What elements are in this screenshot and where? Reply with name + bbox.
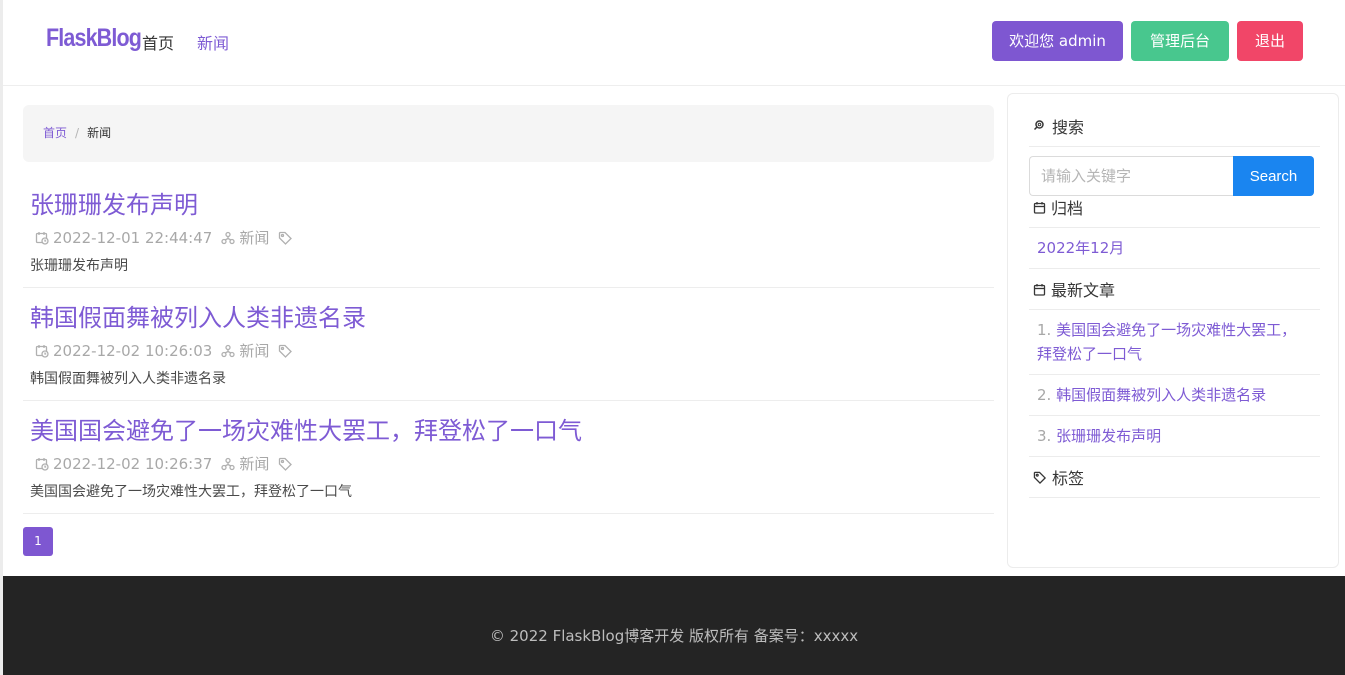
sidebar-heading-label: 标签 <box>1052 469 1085 488</box>
latest-article-title: 张珊珊发布声明 <box>1056 427 1162 445</box>
post-date: 2022-12-02 10:26:37 <box>35 455 212 473</box>
post-summary: 韩国假面舞被列入人类非遗名录 <box>30 371 226 387</box>
latest-article-title-cont: 拜登松了一口气 <box>1037 345 1143 363</box>
post-date-text: 2022-12-01 22:44:47 <box>53 228 213 247</box>
sidebar-heading-tags: 标签 <box>1029 457 1320 498</box>
footer: © 2022 FlaskBlog博客开发 版权所有 备案号：xxxxx <box>3 576 1345 675</box>
post-item: 韩国假面舞被列入人类非遗名录 2022-12-02 10:26:03 新闻 韩国… <box>23 288 994 401</box>
breadcrumb: 首页 / 新闻 <box>23 105 994 162</box>
brand-logo[interactable]: FlaskBlog <box>46 24 142 53</box>
post-item: 美国国会避免了一场灾难性大罢工，拜登松了一口气 2022-12-02 10:26… <box>23 401 994 514</box>
latest-article-number: 1. <box>1037 321 1052 339</box>
sidebar-heading-label: 归档 <box>1051 199 1084 218</box>
breadcrumb-separator: / <box>75 126 80 140</box>
tag-icon <box>279 231 293 245</box>
sidebar-heading-label: 搜索 <box>1052 118 1085 137</box>
post-category-text: 新闻 <box>239 229 270 247</box>
tag-icon <box>1033 471 1047 484</box>
category-icon <box>221 457 235 470</box>
category-icon <box>221 344 235 357</box>
post-category[interactable]: 新闻 <box>221 453 269 474</box>
post-date: 2022-12-02 10:26:03 <box>35 342 212 360</box>
post-category[interactable]: 新闻 <box>221 340 269 361</box>
calendar-icon <box>1033 201 1046 214</box>
post-category-text: 新闻 <box>239 455 270 473</box>
logout-button[interactable]: 退出 <box>1237 21 1303 61</box>
post-meta: 2022-12-02 10:26:03 新闻 <box>35 340 306 361</box>
sidebar-heading-label: 最新文章 <box>1051 281 1116 300</box>
sidebar: 搜索 Search 归档 2022年12月 最新文章 1. 美国国会避免了一场灾… <box>1007 93 1339 568</box>
calendar-icon <box>1033 283 1046 296</box>
post-date-text: 2022-12-02 10:26:03 <box>53 341 213 360</box>
post-summary: 张珊珊发布声明 <box>30 258 128 274</box>
post-title-link[interactable]: 韩国假面舞被列入人类非遗名录 <box>30 298 366 333</box>
breadcrumb-current: 新闻 <box>87 126 112 140</box>
latest-article-title: 美国国会避免了一场灾难性大罢工， <box>1056 321 1297 339</box>
post-tags[interactable] <box>278 457 297 471</box>
tag-icon <box>279 457 293 471</box>
search-icon <box>1033 120 1044 131</box>
sidebar-heading-search: 搜索 <box>1029 106 1320 147</box>
latest-article-number: 3. <box>1037 427 1052 445</box>
post-date-text: 2022-12-02 10:26:37 <box>53 454 213 473</box>
post-title-link[interactable]: 张珊珊发布声明 <box>30 185 198 220</box>
post-summary: 美国国会避免了一场灾难性大罢工，拜登松了一口气 <box>30 484 352 500</box>
post-title-link[interactable]: 美国国会避免了一场灾难性大罢工，拜登松了一口气 <box>30 411 582 446</box>
latest-article-title: 韩国假面舞被列入人类非遗名录 <box>1056 386 1267 404</box>
calendar-clock-icon <box>35 231 49 245</box>
footer-copyright: © 2022 FlaskBlog博客开发 版权所有 备案号：xxxxx <box>489 627 859 645</box>
post-category-text: 新闻 <box>239 342 270 360</box>
latest-article-number: 2. <box>1037 386 1052 404</box>
breadcrumb-home-link[interactable]: 首页 <box>43 126 67 140</box>
latest-article-link[interactable]: 3. 张珊珊发布声明 <box>1029 416 1320 457</box>
post-date: 2022-12-01 22:44:47 <box>35 229 212 247</box>
calendar-clock-icon <box>35 457 49 471</box>
latest-article-link[interactable]: 1. 美国国会避免了一场灾难性大罢工， 拜登松了一口气 <box>1029 310 1320 375</box>
post-item: 张珊珊发布声明 2022-12-01 22:44:47 新闻 张珊珊发布声明 <box>23 175 994 288</box>
post-tags[interactable] <box>278 231 297 245</box>
welcome-user-button[interactable]: 欢迎您 admin <box>992 21 1123 61</box>
top-navbar: FlaskBlog 首页 新闻 欢迎您 admin 管理后台 退出 <box>3 0 1345 86</box>
calendar-clock-icon <box>35 344 49 358</box>
pagination-page-button[interactable]: 1 <box>23 527 53 556</box>
post-tags[interactable] <box>278 344 297 358</box>
sidebar-heading-archive: 归档 <box>1029 187 1320 228</box>
category-icon <box>221 231 235 244</box>
post-meta: 2022-12-02 10:26:37 新闻 <box>35 453 306 474</box>
post-meta: 2022-12-01 22:44:47 新闻 <box>35 227 306 248</box>
post-category[interactable]: 新闻 <box>221 227 269 248</box>
nav-link-news[interactable]: 新闻 <box>197 30 229 54</box>
sidebar-heading-latest: 最新文章 <box>1029 269 1320 310</box>
tag-icon <box>279 344 293 358</box>
admin-dashboard-button[interactable]: 管理后台 <box>1131 21 1229 61</box>
page-left-border <box>0 0 3 675</box>
nav-link-home[interactable]: 首页 <box>142 30 174 54</box>
latest-article-link[interactable]: 2. 韩国假面舞被列入人类非遗名录 <box>1029 375 1320 416</box>
archive-link[interactable]: 2022年12月 <box>1029 228 1320 269</box>
